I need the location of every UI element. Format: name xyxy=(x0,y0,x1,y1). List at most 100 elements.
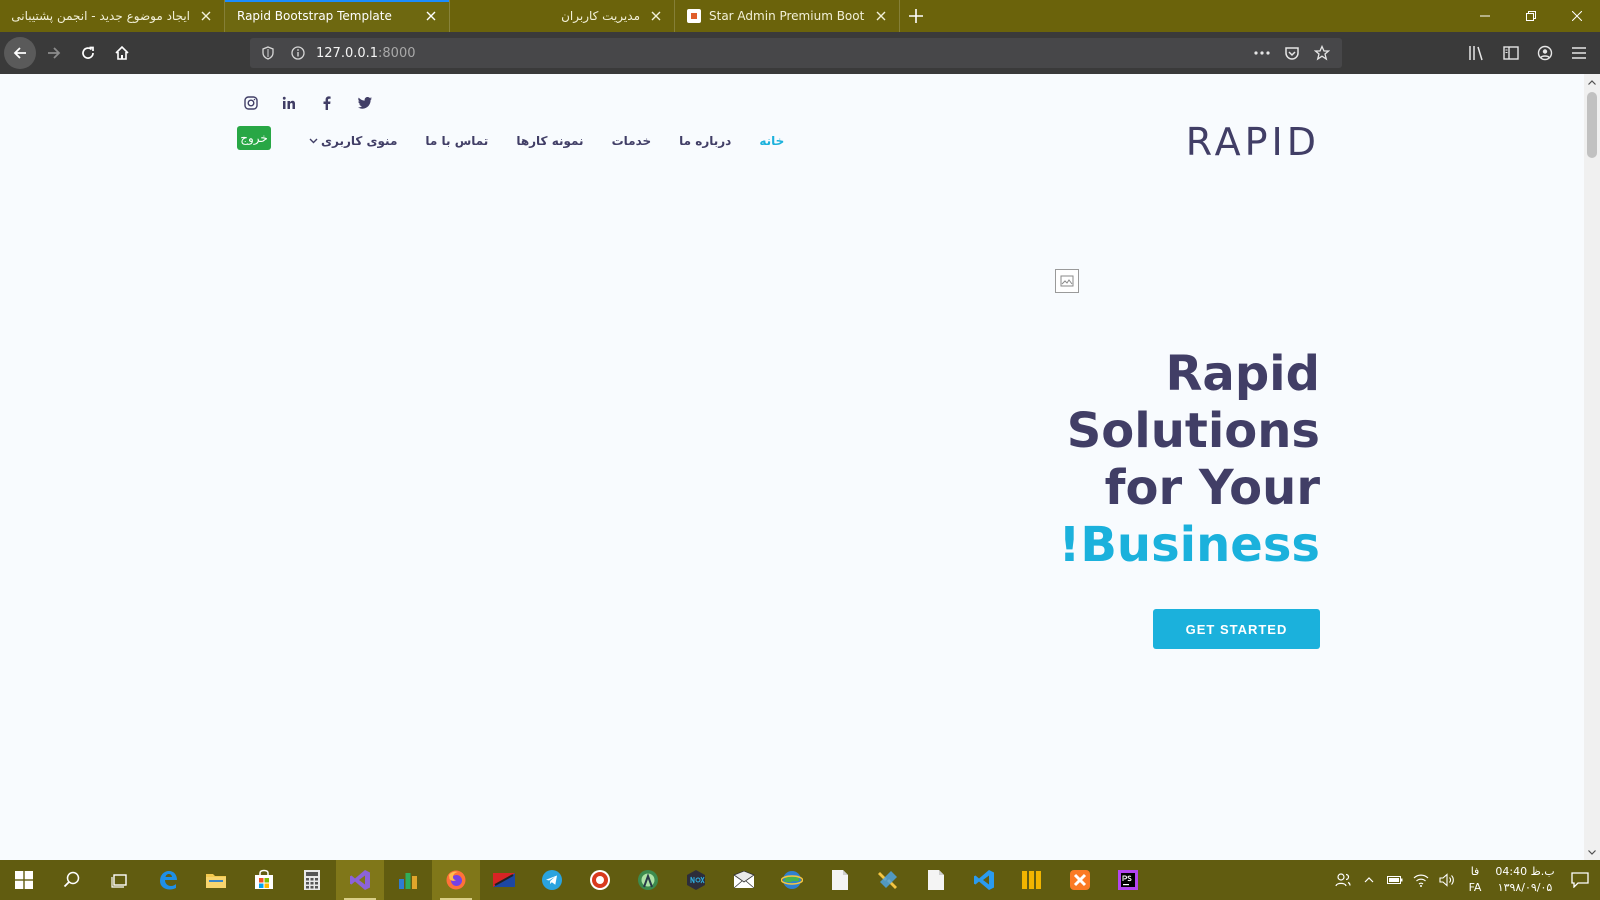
twitter-icon[interactable] xyxy=(356,94,374,112)
tools-app[interactable] xyxy=(864,860,912,900)
battery-icon[interactable] xyxy=(1382,860,1408,900)
scroll-up-icon[interactable] xyxy=(1584,74,1600,90)
recorder-app[interactable] xyxy=(576,860,624,900)
hero-line: for Your xyxy=(1104,460,1320,516)
edge-app[interactable] xyxy=(144,860,192,900)
task-view-icon xyxy=(111,874,127,888)
mail-app[interactable] xyxy=(720,860,768,900)
chart-app[interactable] xyxy=(384,860,432,900)
phpstorm-app[interactable] xyxy=(1104,860,1152,900)
tools-icon xyxy=(878,871,897,889)
nav-portfolio[interactable]: نمونه کارها xyxy=(502,134,597,148)
page-actions-icon[interactable] xyxy=(1250,41,1274,65)
windows-logo-icon xyxy=(15,871,33,889)
people-icon[interactable] xyxy=(1330,860,1356,900)
close-icon[interactable] xyxy=(873,8,889,24)
file-explorer-app[interactable] xyxy=(192,860,240,900)
instagram-icon[interactable] xyxy=(242,94,260,112)
chevron-down-icon xyxy=(309,138,318,144)
close-icon[interactable] xyxy=(423,8,439,24)
reload-button[interactable] xyxy=(72,37,104,69)
bookmark-star-icon[interactable] xyxy=(1310,41,1334,65)
search-button[interactable] xyxy=(48,860,96,900)
tab-title: مدیریت کاربران xyxy=(561,9,640,23)
notepad-app[interactable] xyxy=(816,860,864,900)
document-icon xyxy=(832,870,848,890)
language-code: FA xyxy=(1468,881,1482,894)
wifi-icon[interactable] xyxy=(1408,860,1434,900)
xampp-app[interactable] xyxy=(1056,860,1104,900)
tab-support-forum[interactable]: ایجاد موضوع جدید - انجمن پشتیبانی ل xyxy=(0,0,225,32)
address-bar[interactable]: 127.0.0.1:8000 xyxy=(250,38,1342,68)
notification-center-button[interactable] xyxy=(1560,860,1600,900)
vscode-icon xyxy=(974,870,994,890)
nav-services[interactable]: خدمات xyxy=(598,134,666,148)
scroll-down-icon[interactable] xyxy=(1584,844,1600,860)
plus-icon xyxy=(909,9,923,23)
nav-user-menu[interactable]: منوی کاربری xyxy=(295,134,411,148)
back-button[interactable] xyxy=(4,37,36,69)
home-button[interactable] xyxy=(106,37,138,69)
new-tab-button[interactable] xyxy=(900,0,932,32)
search-icon xyxy=(63,871,80,888)
tab-rapid-template[interactable]: Rapid Bootstrap Template xyxy=(225,0,450,32)
calculator-app[interactable] xyxy=(288,860,336,900)
volume-icon[interactable] xyxy=(1434,860,1460,900)
info-icon[interactable] xyxy=(286,41,310,65)
chevron-up-icon[interactable] xyxy=(1356,860,1382,900)
telegram-app[interactable] xyxy=(528,860,576,900)
task-view-button[interactable] xyxy=(96,860,144,900)
close-icon xyxy=(1572,11,1582,21)
network-app[interactable] xyxy=(480,860,528,900)
tab-user-management[interactable]: مدیریت کاربران xyxy=(450,0,675,32)
account-icon[interactable] xyxy=(1530,37,1560,69)
text-file-app[interactable] xyxy=(912,860,960,900)
nox-app[interactable] xyxy=(672,860,720,900)
linkedin-icon[interactable] xyxy=(280,94,298,112)
forward-button[interactable] xyxy=(38,37,70,69)
folder-icon xyxy=(206,874,226,888)
input-language[interactable]: فا FA xyxy=(1460,864,1490,896)
scroll-thumb[interactable] xyxy=(1587,92,1597,158)
firefox-app[interactable] xyxy=(432,860,480,900)
clock-date: ۱۳۹۸/۰۹/۰۵ xyxy=(1497,881,1553,894)
restore-button[interactable] xyxy=(1508,0,1554,32)
vertical-scrollbar[interactable] xyxy=(1584,74,1600,860)
android-studio-app[interactable] xyxy=(624,860,672,900)
get-started-button[interactable]: GET STARTED xyxy=(1153,609,1320,649)
store-app[interactable] xyxy=(240,860,288,900)
shield-icon[interactable] xyxy=(256,41,280,65)
site-favicon-icon xyxy=(687,9,701,23)
page-viewport: خروج خانه درباره ما خدمات نمونه کارها تم… xyxy=(0,74,1584,860)
logout-button[interactable]: خروج xyxy=(237,126,271,150)
start-button[interactable] xyxy=(0,860,48,900)
sidebar-icon[interactable] xyxy=(1496,37,1526,69)
edge-icon xyxy=(160,871,177,890)
nav-contact[interactable]: تماس با ما xyxy=(411,134,502,148)
close-window-button[interactable] xyxy=(1554,0,1600,32)
minimize-button[interactable] xyxy=(1462,0,1508,32)
visual-studio-app[interactable] xyxy=(336,860,384,900)
notification-icon xyxy=(1571,872,1589,888)
globe-app[interactable] xyxy=(768,860,816,900)
close-icon[interactable] xyxy=(648,8,664,24)
vscode-app[interactable] xyxy=(960,860,1008,900)
network-flag-icon xyxy=(493,873,515,887)
tab-strip: ایجاد موضوع جدید - انجمن پشتیبانی ل Rapi… xyxy=(0,0,1600,32)
pocket-icon[interactable] xyxy=(1280,41,1304,65)
minimize-icon xyxy=(1480,15,1490,17)
library-icon[interactable] xyxy=(1462,37,1492,69)
facebook-icon[interactable] xyxy=(318,94,336,112)
close-icon[interactable] xyxy=(198,8,214,24)
brand-logo[interactable]: RAPID xyxy=(1186,120,1320,164)
hero-line-accent: !Business xyxy=(1058,517,1320,573)
calculator-icon xyxy=(304,870,320,890)
tab-star-admin[interactable]: Star Admin Premium Bootstrap xyxy=(675,0,900,32)
nav-home[interactable]: خانه xyxy=(745,134,798,148)
hamburger-menu-icon[interactable] xyxy=(1564,37,1594,69)
nav-user-menu-label: منوی کاربری xyxy=(321,134,398,148)
nav-about[interactable]: درباره ما xyxy=(665,134,745,148)
books-app[interactable] xyxy=(1008,860,1056,900)
address-bar-actions xyxy=(1250,41,1334,65)
clock[interactable]: ب.ظ 04:40 ۱۳۹۸/۰۹/۰۵ xyxy=(1490,864,1560,896)
